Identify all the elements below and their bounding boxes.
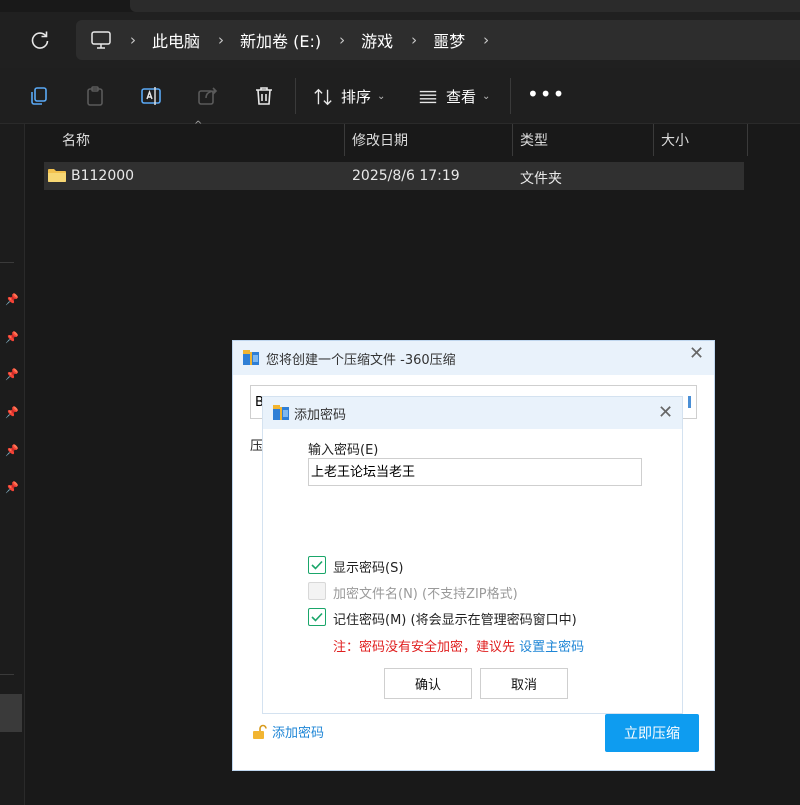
column-header-type[interactable]: 类型: [513, 124, 654, 156]
view-icon: [419, 90, 437, 103]
add-password-link[interactable]: 添加密码: [251, 722, 324, 741]
breadcrumb-this-pc[interactable]: 此电脑: [152, 28, 200, 52]
360zip-icon: [243, 350, 259, 365]
title-strip: [130, 0, 800, 12]
security-warning: 注：密码没有安全加密，建议先 设置主密码: [333, 636, 584, 655]
cancel-button[interactable]: 取消: [480, 668, 568, 699]
pin-icon[interactable]: 📌: [5, 331, 19, 344]
checkmark-icon: [311, 612, 323, 622]
compress-dialog-title: 您将创建一个压缩文件 -360压缩: [266, 352, 456, 368]
address-row: › 此电脑 › 新加卷 (E:) › 游戏 › 噩梦 ›: [0, 12, 800, 68]
remember-password-checkbox[interactable]: [308, 608, 326, 626]
refresh-icon[interactable]: [28, 28, 52, 52]
sort-button[interactable]: 排序 ⌄: [313, 86, 385, 107]
add-password-dialog: 添加密码 ✕ 输入密码(E) 上老王论坛当老王 显示密码(S) 加密文件名(N)…: [262, 396, 683, 714]
file-row[interactable]: B112000 2025/8/6 17:19 文件夹: [44, 162, 744, 190]
chevron-down-icon: ⌄: [482, 91, 491, 102]
add-password-title: 添加密码: [294, 407, 347, 423]
password-input-label: 输入密码(E): [308, 443, 379, 458]
pin-icon[interactable]: 📌: [5, 368, 19, 381]
command-bar: 排序 ⌄ 查看 ⌄ •••: [0, 68, 800, 124]
chevron-right-icon[interactable]: ›: [218, 31, 224, 49]
chevron-right-icon[interactable]: ›: [339, 31, 345, 49]
rename-icon[interactable]: [139, 84, 163, 108]
more-options-button[interactable]: •••: [527, 82, 565, 106]
encrypt-filenames-label: 加密文件名(N) (不支持ZIP格式): [333, 587, 518, 602]
delete-icon[interactable]: [252, 84, 276, 108]
close-icon[interactable]: ✕: [689, 343, 704, 364]
add-password-label: 添加密码: [272, 726, 325, 741]
share-icon[interactable]: [196, 84, 220, 108]
path-options-icon[interactable]: [688, 396, 691, 408]
checkmark-icon: [311, 560, 323, 570]
breadcrumb-games[interactable]: 游戏: [361, 28, 393, 52]
remember-password-label[interactable]: 记住密码(M) (将会显示在管理密码窗口中): [333, 609, 577, 628]
nav-selected-item[interactable]: [0, 694, 22, 732]
address-bar[interactable]: › 此电脑 › 新加卷 (E:) › 游戏 › 噩梦 ›: [76, 20, 800, 60]
encrypt-filenames-checkbox: [308, 582, 326, 600]
pin-icon[interactable]: 📌: [5, 444, 19, 457]
breadcrumb-nightmare[interactable]: 噩梦: [433, 28, 465, 52]
view-button[interactable]: 查看 ⌄: [418, 86, 490, 107]
nav-divider: [0, 674, 14, 675]
chevron-right-icon[interactable]: ›: [483, 31, 489, 49]
copy-icon[interactable]: [27, 84, 51, 108]
nav-divider: [0, 262, 14, 263]
view-label: 查看: [446, 88, 477, 106]
paste-icon[interactable]: [83, 84, 107, 108]
360zip-icon: [273, 405, 289, 420]
add-password-titlebar[interactable]: 添加密码: [263, 397, 682, 429]
file-type: 文件夹: [520, 171, 562, 187]
password-input[interactable]: 上老王论坛当老王: [308, 458, 642, 486]
navigation-pane: 📌 📌 📌 📌 📌 📌: [0, 124, 25, 805]
set-master-password-link[interactable]: 设置主密码: [519, 640, 584, 655]
file-modified: 2025/8/6 17:19: [352, 168, 460, 184]
sort-ascending-icon: ^: [194, 120, 203, 131]
column-header-size[interactable]: 大小: [654, 124, 748, 156]
warning-text: 注：密码没有安全加密，建议先: [333, 640, 516, 655]
file-name: B112000: [71, 168, 135, 184]
pin-icon[interactable]: 📌: [5, 406, 19, 419]
compress-now-button[interactable]: 立即压缩: [605, 714, 699, 752]
folder-icon: [48, 169, 66, 182]
toolbar-divider: [510, 78, 511, 114]
this-pc-icon: [91, 31, 111, 49]
compress-dialog-titlebar[interactable]: 您将创建一个压缩文件 -360压缩: [233, 341, 714, 375]
show-password-checkbox[interactable]: [308, 556, 326, 574]
close-icon[interactable]: ✕: [658, 402, 673, 423]
unlock-icon: [253, 724, 267, 739]
toolbar-divider: [295, 78, 296, 114]
pin-icon[interactable]: 📌: [5, 481, 19, 494]
chevron-right-icon[interactable]: ›: [411, 31, 417, 49]
confirm-button[interactable]: 确认: [384, 668, 472, 699]
show-password-label[interactable]: 显示密码(S): [333, 557, 403, 576]
sort-icon: [314, 88, 332, 105]
sort-label: 排序: [341, 88, 372, 106]
chevron-down-icon: ⌄: [377, 91, 386, 102]
chevron-right-icon: ›: [130, 31, 136, 49]
pin-icon[interactable]: 📌: [5, 293, 19, 306]
breadcrumb-drive-e[interactable]: 新加卷 (E:): [240, 28, 321, 52]
column-header-modified[interactable]: 修改日期: [345, 124, 513, 156]
